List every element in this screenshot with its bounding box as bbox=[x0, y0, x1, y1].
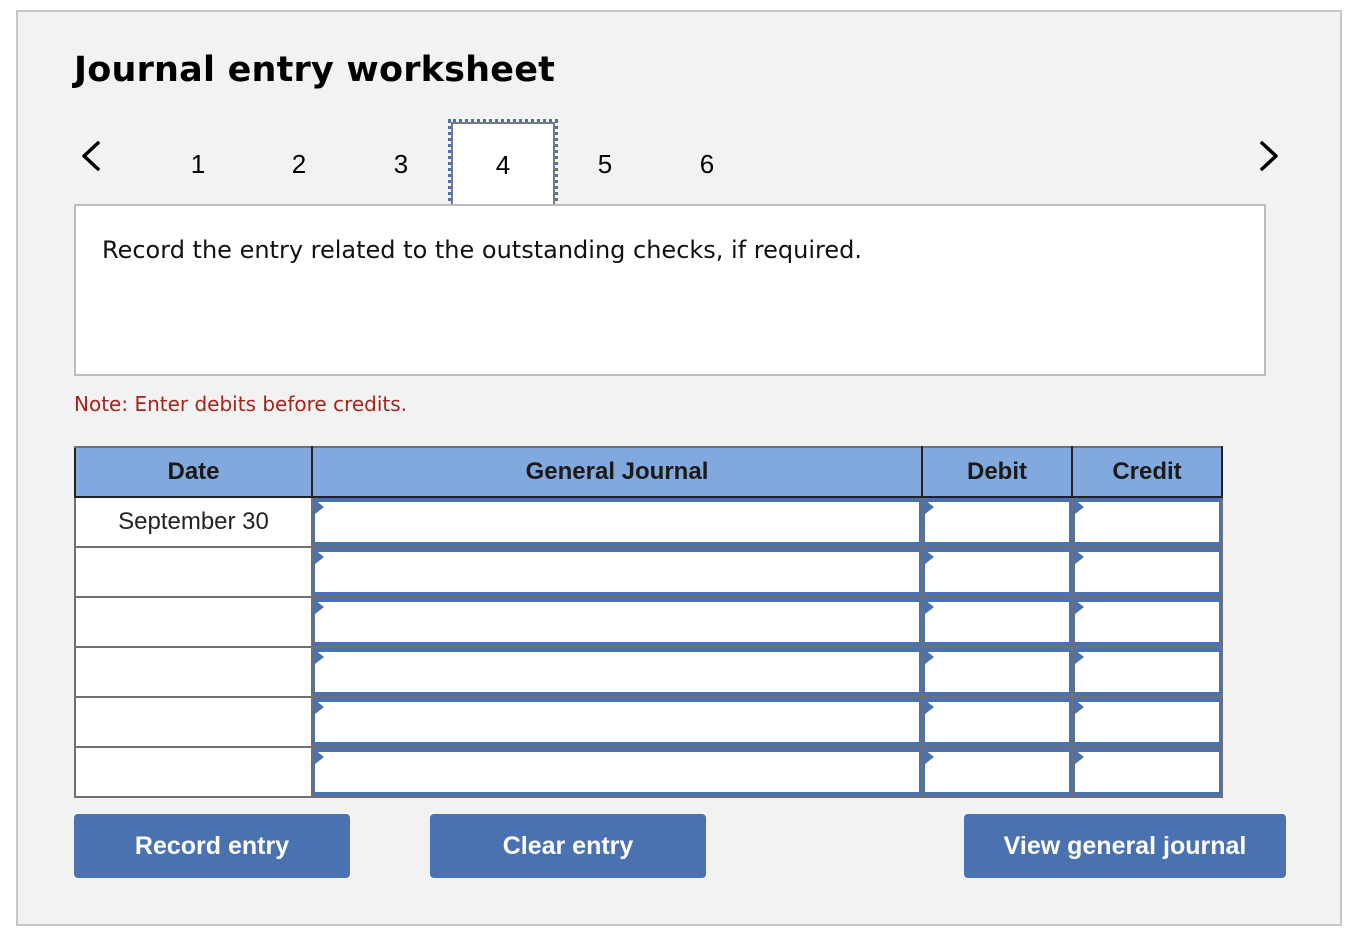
account-input[interactable] bbox=[315, 652, 919, 692]
debit-input[interactable] bbox=[925, 502, 1069, 542]
credit-cell[interactable] bbox=[1071, 696, 1223, 748]
account-cell[interactable] bbox=[311, 496, 923, 548]
table-header-row: Date General Journal Debit Credit bbox=[74, 446, 1223, 498]
dropdown-marker-icon bbox=[315, 750, 324, 764]
debit-cell[interactable] bbox=[921, 696, 1073, 748]
dropdown-marker-icon bbox=[315, 650, 324, 664]
debit-cell[interactable] bbox=[921, 746, 1073, 798]
account-cell[interactable] bbox=[311, 746, 923, 798]
cell-marker-icon bbox=[1075, 500, 1084, 514]
account-input[interactable] bbox=[315, 702, 919, 742]
column-header-credit: Credit bbox=[1071, 446, 1223, 498]
account-cell[interactable] bbox=[311, 596, 923, 648]
dropdown-marker-icon bbox=[315, 550, 324, 564]
chevron-right-icon bbox=[1260, 141, 1278, 171]
date-cell bbox=[74, 546, 313, 598]
page-title: Journal entry worksheet bbox=[74, 50, 556, 90]
cell-marker-icon bbox=[1075, 600, 1084, 614]
date-cell bbox=[74, 596, 313, 648]
account-cell[interactable] bbox=[311, 546, 923, 598]
credit-input[interactable] bbox=[1075, 702, 1219, 742]
view-general-journal-button[interactable]: View general journal bbox=[964, 814, 1286, 878]
step-tab-6[interactable]: 6 bbox=[655, 122, 759, 206]
chevron-left-icon bbox=[82, 141, 100, 171]
debit-input[interactable] bbox=[925, 652, 1069, 692]
previous-step-button[interactable] bbox=[76, 138, 106, 174]
step-tab-1[interactable]: 1 bbox=[146, 122, 250, 206]
record-entry-button[interactable]: Record entry bbox=[74, 814, 350, 878]
credit-input[interactable] bbox=[1075, 502, 1219, 542]
cell-marker-icon bbox=[925, 600, 934, 614]
cell-marker-icon bbox=[925, 700, 934, 714]
table-row bbox=[74, 746, 1223, 798]
account-cell[interactable] bbox=[311, 696, 923, 748]
table-row bbox=[74, 546, 1223, 598]
dropdown-marker-icon bbox=[315, 600, 324, 614]
credit-input[interactable] bbox=[1075, 752, 1219, 792]
cell-marker-icon bbox=[1075, 700, 1084, 714]
date-cell bbox=[74, 696, 313, 748]
cell-marker-icon bbox=[1075, 750, 1084, 764]
step-tab-2[interactable]: 2 bbox=[247, 122, 351, 206]
credit-cell[interactable] bbox=[1071, 746, 1223, 798]
dropdown-marker-icon bbox=[315, 500, 324, 514]
debit-cell[interactable] bbox=[921, 546, 1073, 598]
column-header-debit: Debit bbox=[921, 446, 1073, 498]
note-text: Note: Enter debits before credits. bbox=[74, 392, 408, 416]
step-tab-4-active[interactable]: 4 bbox=[448, 119, 558, 209]
date-cell bbox=[74, 646, 313, 698]
cell-marker-icon bbox=[925, 500, 934, 514]
credit-cell[interactable] bbox=[1071, 496, 1223, 548]
instruction-text: Record the entry related to the outstand… bbox=[102, 236, 862, 264]
table-row bbox=[74, 646, 1223, 698]
debit-input[interactable] bbox=[925, 552, 1069, 592]
account-input[interactable] bbox=[315, 602, 919, 642]
credit-cell[interactable] bbox=[1071, 646, 1223, 698]
account-input[interactable] bbox=[315, 752, 919, 792]
cell-marker-icon bbox=[925, 750, 934, 764]
instruction-box: Record the entry related to the outstand… bbox=[74, 204, 1266, 376]
account-cell[interactable] bbox=[311, 646, 923, 698]
credit-input[interactable] bbox=[1075, 552, 1219, 592]
credit-input[interactable] bbox=[1075, 602, 1219, 642]
cell-marker-icon bbox=[1075, 550, 1084, 564]
date-cell bbox=[74, 746, 313, 798]
table-row: September 30 bbox=[74, 496, 1223, 548]
cell-marker-icon bbox=[925, 650, 934, 664]
step-tab-5[interactable]: 5 bbox=[553, 122, 657, 206]
debit-cell[interactable] bbox=[921, 496, 1073, 548]
clear-entry-button[interactable]: Clear entry bbox=[430, 814, 706, 878]
column-header-general-journal: General Journal bbox=[311, 446, 923, 498]
debit-input[interactable] bbox=[925, 702, 1069, 742]
credit-input[interactable] bbox=[1075, 652, 1219, 692]
credit-cell[interactable] bbox=[1071, 596, 1223, 648]
debit-cell[interactable] bbox=[921, 596, 1073, 648]
credit-cell[interactable] bbox=[1071, 546, 1223, 598]
step-tab-3[interactable]: 3 bbox=[349, 122, 453, 206]
journal-entry-table: Date General Journal Debit Credit Septem… bbox=[74, 446, 1223, 798]
debit-input[interactable] bbox=[925, 602, 1069, 642]
table-row bbox=[74, 696, 1223, 748]
debit-cell[interactable] bbox=[921, 646, 1073, 698]
cell-marker-icon bbox=[1075, 650, 1084, 664]
account-input[interactable] bbox=[315, 552, 919, 592]
debit-input[interactable] bbox=[925, 752, 1069, 792]
next-step-button[interactable] bbox=[1254, 138, 1284, 174]
cell-marker-icon bbox=[925, 550, 934, 564]
account-input[interactable] bbox=[315, 502, 919, 542]
table-row bbox=[74, 596, 1223, 648]
date-cell: September 30 bbox=[74, 496, 313, 548]
dropdown-marker-icon bbox=[315, 700, 324, 714]
column-header-date: Date bbox=[74, 446, 313, 498]
